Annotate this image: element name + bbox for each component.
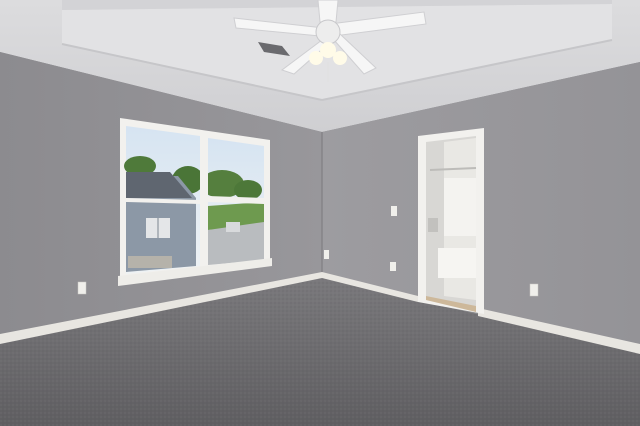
- doorway: [418, 128, 484, 314]
- wall-outlet: [529, 283, 539, 297]
- window: [118, 118, 272, 286]
- bedroom-photo: [0, 0, 640, 426]
- fan-blade: [317, 0, 339, 23]
- room-illustration: [0, 0, 640, 426]
- wall-outlet: [390, 262, 396, 271]
- light-switch: [391, 206, 397, 216]
- wall-outlet: [77, 281, 87, 295]
- wall-outlet: [324, 250, 329, 259]
